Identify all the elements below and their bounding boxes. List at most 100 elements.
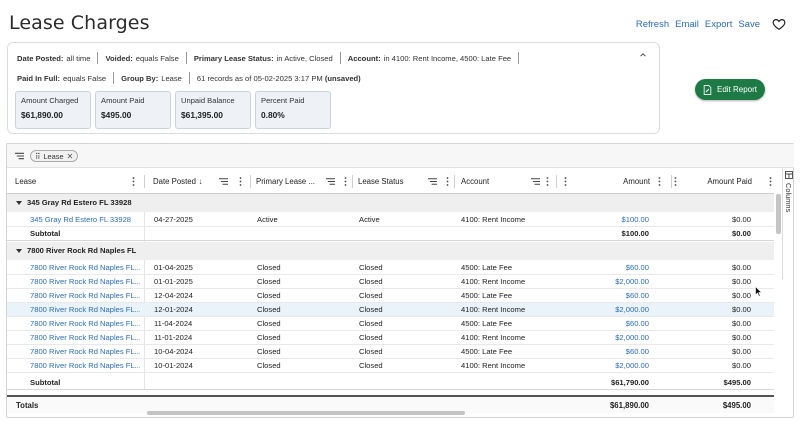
cell-amount-link[interactable]: $2,000.00	[567, 275, 649, 289]
column-header-account[interactable]: Account	[461, 169, 556, 194]
cell-lease-status: Closed	[359, 333, 383, 342]
cell-account: 4500: Late Fee	[461, 319, 513, 328]
columns-side-panel[interactable]: Columns	[782, 169, 794, 279]
export-link[interactable]: Export	[705, 19, 732, 30]
summary-unpaid-balance: Unpaid Balance $61,395.00	[175, 91, 251, 129]
cell-amount-link[interactable]: $60.00	[567, 345, 649, 359]
chevron-down-icon[interactable]	[16, 201, 22, 205]
column-menu-icon[interactable]	[239, 177, 242, 186]
cell-lease-link[interactable]: 7800 River Rock Rd Naples FL...	[30, 275, 140, 289]
table-row[interactable]: 7800 River Rock Rd Naples FL... 01-01-20…	[7, 275, 774, 289]
subtotal-amount: $100.00	[621, 229, 649, 238]
cell-lease-link[interactable]: 7800 River Rock Rd Naples FL...	[30, 303, 140, 317]
column-header-lease[interactable]: Lease	[15, 169, 143, 194]
table-row[interactable]: 7800 River Rock Rd Naples FL... 10-04-20…	[7, 345, 774, 359]
group-column-icon[interactable]	[219, 177, 228, 186]
column-header-lease-status[interactable]: Lease Status	[358, 169, 453, 194]
column-divider[interactable]	[556, 175, 557, 188]
cell-amount-link[interactable]: $60.00	[567, 261, 649, 275]
filter-paid-in-full[interactable]: Paid In Full: equals False	[17, 74, 106, 83]
record-info: 61 records as of 05-02-2025 3:17 PM (uns…	[197, 74, 361, 83]
cell-lease-link[interactable]: 7800 River Rock Rd Naples FL...	[30, 317, 140, 331]
group-column-icon[interactable]	[531, 177, 540, 186]
column-divider[interactable]	[144, 175, 145, 188]
cell-date: 11-01-2024	[154, 333, 193, 342]
filter-value: all time	[66, 53, 91, 63]
filter-voided[interactable]: Voided: equals False	[105, 54, 178, 63]
column-menu-icon[interactable]	[674, 177, 677, 186]
column-title: Account	[461, 177, 490, 186]
cell-amount-link[interactable]: $100.00	[567, 213, 649, 227]
column-menu-icon[interactable]	[344, 177, 347, 186]
group-rows-icon[interactable]	[15, 152, 24, 160]
table-row[interactable]: 7800 River Rock Rd Naples FL... 10-01-20…	[7, 359, 774, 373]
group-column-icon[interactable]	[428, 177, 437, 186]
column-header-amount[interactable]: Amount	[562, 169, 670, 194]
edit-report-button[interactable]: Edit Report	[695, 79, 765, 100]
cell-lease-link[interactable]: 7800 River Rock Rd Naples FL...	[30, 289, 140, 303]
filter-group-by[interactable]: Group By: Lease	[121, 74, 182, 83]
column-divider[interactable]	[352, 175, 353, 188]
columns-icon	[785, 171, 793, 179]
filter-date-posted[interactable]: Date Posted: all time	[17, 54, 90, 63]
filter-account[interactable]: Account: in 4100: Rent Income, 4500: Late…	[348, 54, 511, 63]
table-row[interactable]: 7800 River Rock Rd Naples FL... 12-04-20…	[7, 289, 774, 303]
cell-amount-link[interactable]: $60.00	[567, 317, 649, 331]
cell-amount-link[interactable]: $2,000.00	[567, 331, 649, 345]
column-header-primary-lease-status[interactable]: Primary Lease ...	[256, 169, 351, 194]
summary-value: $495.00	[101, 110, 132, 120]
chevron-up-icon[interactable]	[639, 51, 647, 59]
table-row[interactable]: 7800 River Rock Rd Naples FL... 01-04-20…	[7, 261, 774, 275]
column-menu-icon[interactable]	[769, 177, 772, 186]
column-menu-icon[interactable]	[658, 177, 661, 186]
group-row[interactable]: 7800 River Rock Rd Naples FL	[7, 242, 774, 260]
column-menu-icon[interactable]	[132, 177, 135, 186]
column-menu-icon[interactable]	[546, 177, 549, 186]
horizontal-scrollbar[interactable]	[147, 411, 465, 415]
column-header-date-posted[interactable]: Date Posted ↓	[153, 169, 249, 194]
sort-down-icon[interactable]: ↓	[199, 177, 203, 186]
cell-amount-link[interactable]: $2,000.00	[567, 359, 649, 373]
table-row[interactable]: 7800 River Rock Rd Naples FL... 11-01-20…	[7, 331, 774, 345]
email-link[interactable]: Email	[675, 19, 699, 30]
group-row[interactable]: 345 Gray Rd Estero FL 33928	[7, 194, 774, 212]
cell-amount-link[interactable]: $60.00	[567, 289, 649, 303]
table-row-highlighted[interactable]: 7800 River Rock Rd Naples FL... 12-01-20…	[7, 303, 774, 317]
column-menu-icon[interactable]	[564, 177, 567, 186]
table-row[interactable]: 7800 River Rock Rd Naples FL... 11-04-20…	[7, 317, 774, 331]
drag-handle-icon[interactable]: ⠿	[35, 152, 40, 161]
column-header-amount-paid[interactable]: Amount Paid	[674, 169, 774, 194]
column-menu-icon[interactable]	[446, 177, 449, 186]
cell-lease-link[interactable]: 7800 River Rock Rd Naples FL...	[30, 359, 140, 373]
chevron-down-icon[interactable]	[16, 249, 22, 253]
cell-primary-status: Closed	[257, 319, 281, 328]
vertical-scrollbar[interactable]	[776, 194, 781, 234]
group-column-icon[interactable]	[326, 177, 335, 186]
summary-label: Unpaid Balance	[181, 96, 235, 105]
filter-row-1: Date Posted: all time Voided: equals False…	[17, 52, 526, 64]
group-pill-lease[interactable]: ⠿ Lease ✕	[30, 150, 79, 162]
save-link[interactable]: Save	[738, 19, 760, 30]
refresh-link[interactable]: Refresh	[636, 19, 669, 30]
cell-date: 11-04-2024	[154, 319, 193, 328]
column-divider[interactable]	[671, 175, 672, 188]
heart-icon[interactable]	[772, 17, 786, 31]
cell-lease-link[interactable]: 7800 River Rock Rd Naples FL...	[30, 345, 140, 359]
column-divider[interactable]	[250, 175, 251, 188]
cell-amount-paid: $0.00	[731, 305, 751, 314]
column-divider[interactable]	[454, 175, 455, 188]
cell-date: 12-04-2024	[154, 291, 193, 300]
cell-lease-link[interactable]: 7800 River Rock Rd Naples FL...	[30, 261, 140, 275]
cell-lease-status: Closed	[359, 361, 383, 370]
totals-paid: $495.00	[722, 401, 751, 410]
filter-primary-lease-status[interactable]: Primary Lease Status: in Active, Closed	[194, 54, 333, 63]
close-icon[interactable]: ✕	[67, 152, 74, 161]
column-title: Primary Lease ...	[256, 177, 315, 186]
table-row[interactable]: 345 Gray Rd Estero FL 33928 04-27-2025 A…	[7, 213, 774, 227]
cell-lease-link[interactable]: 7800 River Rock Rd Naples FL...	[30, 331, 140, 345]
cell-date: 10-04-2024	[154, 347, 193, 356]
cell-amount-link[interactable]: $2,000.00	[567, 303, 649, 317]
cell-lease-status: Closed	[359, 319, 383, 328]
cell-lease-status: Active	[359, 215, 380, 224]
cell-lease-link[interactable]: 345 Gray Rd Estero FL 33928	[30, 213, 140, 227]
